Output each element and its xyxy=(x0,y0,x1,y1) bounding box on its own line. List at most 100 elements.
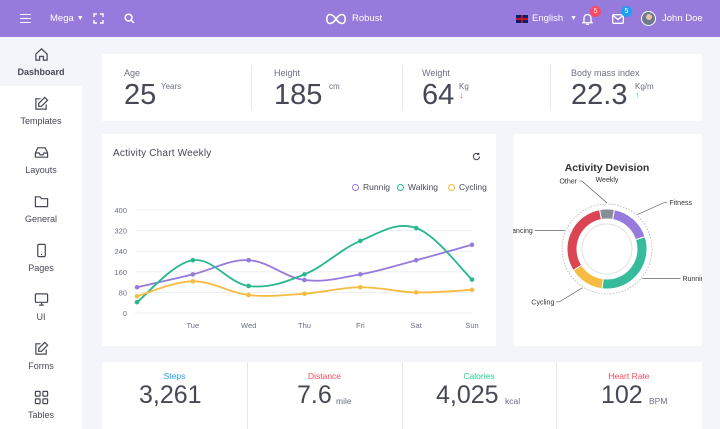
activity-line-chart: 0 80 160 240 320 400 Tue Wed Thu Fri Sat Sun xyxy=(114,206,478,330)
stat-unit: cm xyxy=(329,82,340,91)
language-label: English xyxy=(532,13,564,24)
sidebar-item-pages[interactable]: Pages xyxy=(0,233,82,282)
sidebar-item-label: UI xyxy=(36,311,46,322)
stat-value: 185 xyxy=(274,79,323,111)
data-point-runnig xyxy=(358,272,363,277)
slice-leader-line xyxy=(637,202,668,215)
inner-ring xyxy=(581,223,633,275)
mega-menu-label: Mega xyxy=(50,13,74,24)
x-tick-label: Sat xyxy=(411,321,423,330)
donut-chart-title: Activity Devision xyxy=(565,162,650,174)
chevron-down-icon: ▼ xyxy=(570,15,578,22)
arrow-up-icon: ↑ xyxy=(635,90,640,100)
steps-value: 3,261 xyxy=(139,381,202,409)
sidebar-item-tables[interactable]: Tables xyxy=(0,380,82,429)
sidebar: Dashboard Templates Layouts General Page… xyxy=(0,37,82,429)
sidebar-item-forms[interactable]: Forms xyxy=(0,331,82,380)
data-point-walking xyxy=(134,299,140,305)
legend-marker xyxy=(397,183,404,191)
legend-runnig[interactable]: Runnig xyxy=(352,182,390,192)
distance-value: 7.6 xyxy=(297,381,332,409)
language-dropdown[interactable]: English ▼ xyxy=(516,0,577,37)
sidebar-item-label: Pages xyxy=(28,262,54,273)
stat-value: 22.3 xyxy=(571,79,628,111)
sidebar-item-templates[interactable]: Templates xyxy=(0,86,82,135)
y-tick-label: 0 xyxy=(123,309,127,318)
data-point-runnig xyxy=(134,284,140,290)
phone-icon xyxy=(36,243,46,257)
stat-bmi: Body mass index 22.3 Kg/m ↑ xyxy=(571,68,654,111)
data-point-walking xyxy=(190,257,196,263)
stat-value: 25 xyxy=(124,79,157,111)
distance-label: Distance xyxy=(307,371,342,381)
menu-toggle-icon[interactable] xyxy=(18,0,32,37)
slice-label: ancing xyxy=(513,228,533,235)
data-point-runnig xyxy=(302,277,307,283)
home-icon xyxy=(34,47,48,61)
slice-leader-line xyxy=(579,180,608,204)
heart-rate-label: Heart Rate xyxy=(608,371,650,381)
sidebar-item-dashboard[interactable]: Dashboard xyxy=(0,37,82,86)
sidebar-item-ui[interactable]: UI xyxy=(0,282,82,331)
divider xyxy=(251,65,252,110)
calories-unit: kcal xyxy=(505,396,521,406)
heart-rate-unit: BPM xyxy=(649,396,668,406)
data-point-runnig xyxy=(190,272,196,277)
steps-label: Steps xyxy=(163,371,186,381)
calories-label: Calories xyxy=(463,371,495,381)
brand-logo[interactable]: Robust xyxy=(326,0,382,37)
divider xyxy=(402,65,403,110)
data-point-cycling xyxy=(246,292,251,298)
data-point-walking xyxy=(358,238,363,244)
data-point-cycling xyxy=(302,291,307,296)
y-tick-label: 160 xyxy=(114,268,127,277)
data-point-cycling xyxy=(413,290,419,295)
legend-walking[interactable]: Walking xyxy=(397,182,438,192)
series-line-walking xyxy=(136,225,473,303)
data-point-cycling xyxy=(469,287,475,293)
edit-icon xyxy=(34,96,48,110)
stat-height: Height 185 cm xyxy=(274,68,340,111)
slice-label: Running xyxy=(682,276,702,283)
slice-leader-line xyxy=(556,287,583,303)
uk-flag-icon xyxy=(516,14,528,23)
stat-value: 64 xyxy=(422,79,455,111)
refresh-icon[interactable] xyxy=(472,148,481,166)
x-tick-label: Sun xyxy=(465,321,478,330)
data-point-runnig xyxy=(246,257,251,263)
monitor-icon xyxy=(34,292,48,306)
sidebar-item-label: Tables xyxy=(27,409,54,420)
data-point-walking xyxy=(469,277,475,282)
stat-weight: Weight 64 Kg ↓ xyxy=(422,68,469,111)
legend-label: Cycling xyxy=(459,182,487,192)
stat-label: Body mass index xyxy=(571,68,640,78)
mega-menu-dropdown[interactable]: Mega ▼ xyxy=(50,0,84,37)
slice-fitness xyxy=(612,209,646,241)
slice-label: Fitness xyxy=(669,200,692,207)
slice-label: Other xyxy=(559,179,577,186)
data-point-runnig xyxy=(469,242,475,248)
notification-bell-icon[interactable] xyxy=(582,0,593,37)
legend-cycling[interactable]: Cycling xyxy=(448,182,487,192)
stat-label: Height xyxy=(274,68,301,78)
data-point-cycling xyxy=(358,284,363,290)
infinity-logo-icon xyxy=(326,13,346,24)
chevron-down-icon: ▼ xyxy=(76,15,84,22)
data-point-walking xyxy=(302,272,307,277)
user-menu[interactable]: John Doe xyxy=(641,0,703,37)
sidebar-item-layouts[interactable]: Layouts xyxy=(0,135,82,184)
legend-label: Walking xyxy=(408,182,438,192)
sidebar-item-label: Layouts xyxy=(25,164,57,175)
fullscreen-icon[interactable] xyxy=(93,0,104,37)
divider xyxy=(550,65,551,110)
legend-marker xyxy=(352,183,359,191)
search-icon[interactable] xyxy=(124,0,135,37)
slice-cycling xyxy=(572,264,604,290)
y-tick-label: 320 xyxy=(114,227,127,236)
form-edit-icon xyxy=(34,341,48,355)
mail-icon[interactable] xyxy=(612,0,624,37)
message-count-badge: 5 xyxy=(621,6,632,17)
stat-label: Age xyxy=(124,68,141,78)
sidebar-item-label: Forms xyxy=(28,360,54,371)
sidebar-item-general[interactable]: General xyxy=(0,184,82,233)
